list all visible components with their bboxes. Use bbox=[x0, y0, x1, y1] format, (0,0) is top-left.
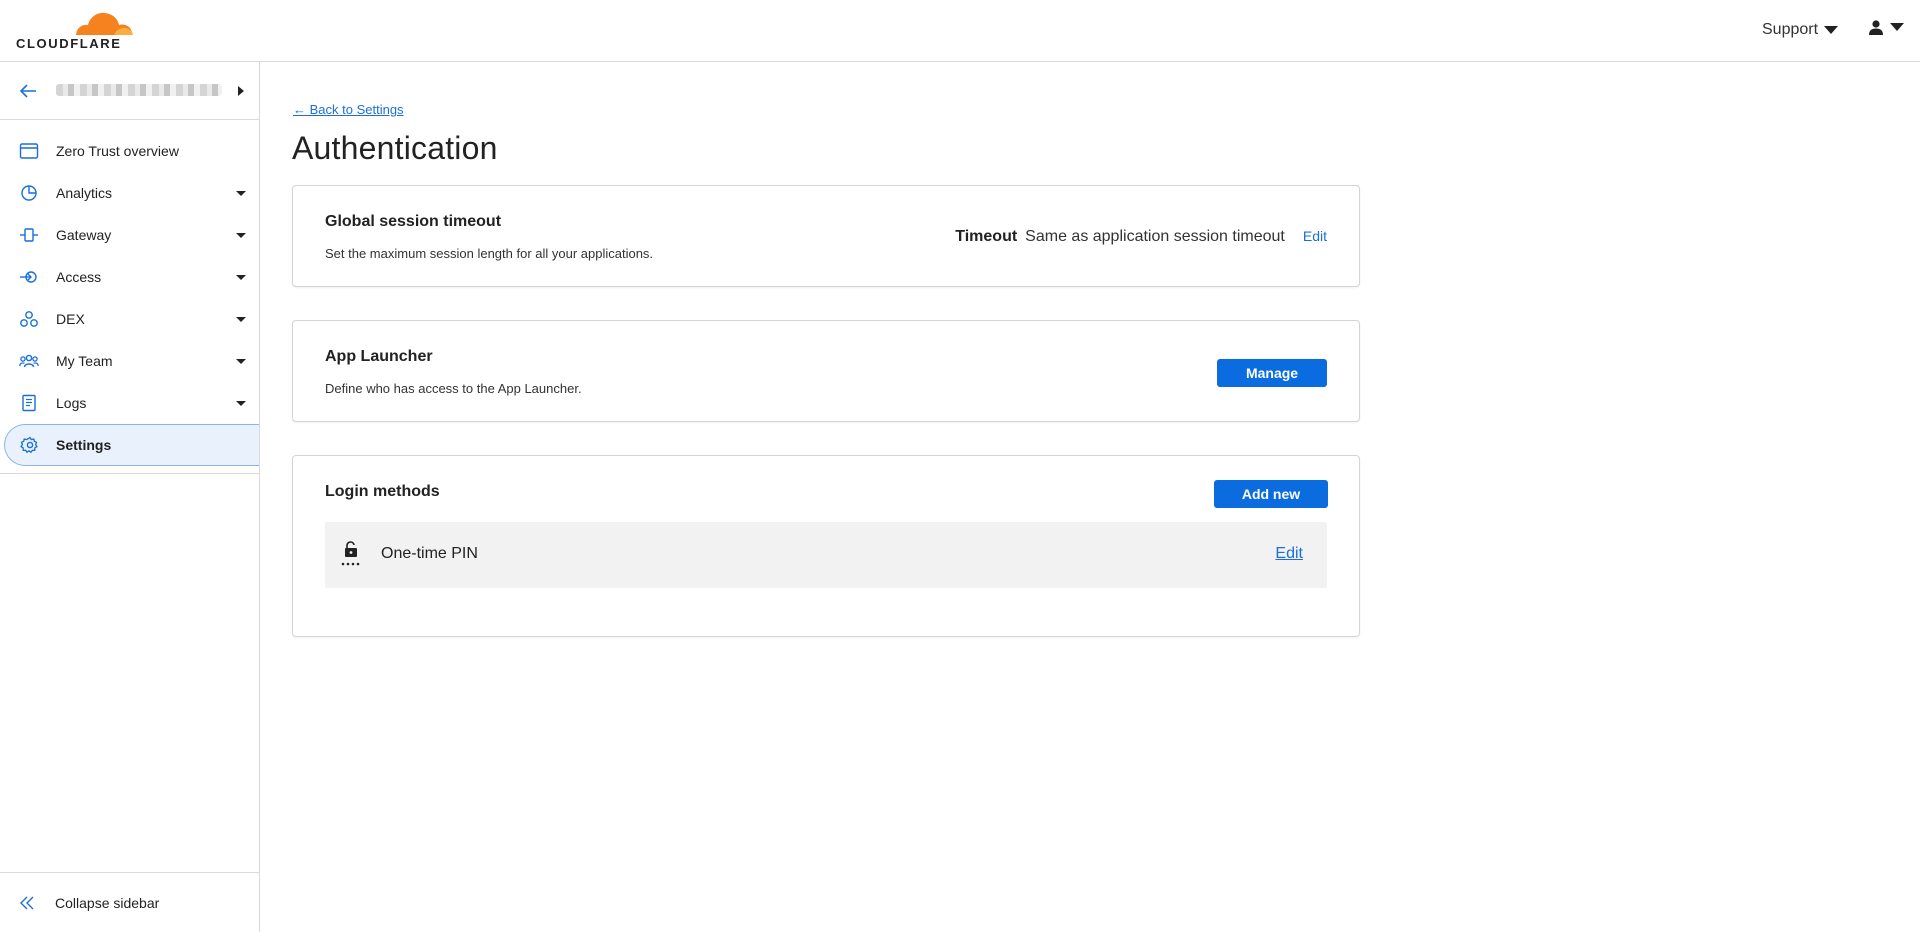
app-launcher-card: App Launcher Define who has access to th… bbox=[292, 320, 1360, 422]
account-name[interactable] bbox=[56, 84, 222, 96]
double-chevron-left-icon bbox=[20, 896, 34, 910]
pie-chart-icon bbox=[21, 185, 37, 201]
logs-icon bbox=[22, 394, 36, 412]
sidebar-item-settings[interactable]: Settings bbox=[4, 424, 259, 466]
login-method-row: One-time PIN Edit bbox=[325, 522, 1327, 588]
edit-timeout-link[interactable]: Edit bbox=[1303, 228, 1327, 244]
chevron-down-icon bbox=[236, 401, 246, 406]
sidebar-item-analytics[interactable]: Analytics bbox=[0, 172, 259, 214]
sidebar-item-label: Settings bbox=[56, 437, 112, 453]
session-timeout-card: Global session timeout Set the maximum s… bbox=[292, 185, 1360, 287]
login-method-name: One-time PIN bbox=[381, 545, 478, 562]
chevron-down-icon bbox=[236, 317, 246, 322]
gear-icon bbox=[20, 436, 38, 453]
logo-wordmark: CLOUDFLARE bbox=[16, 36, 122, 51]
sidebar: Zero Trust overview Analytics Gateway Ac… bbox=[0, 62, 260, 932]
timeout-label: Timeout bbox=[955, 228, 1018, 245]
browser-window-icon bbox=[19, 143, 39, 159]
sidebar-divider bbox=[0, 473, 259, 474]
sidebar-item-label: Analytics bbox=[56, 185, 113, 201]
timeout-value: Same as application session timeout bbox=[1025, 228, 1285, 245]
card-description: Define who has access to the App Launche… bbox=[325, 381, 582, 396]
sidebar-item-access[interactable]: Access bbox=[0, 256, 259, 298]
card-description: Set the maximum session length for all y… bbox=[325, 246, 654, 261]
chevron-right-icon[interactable] bbox=[238, 86, 244, 96]
top-bar: CLOUDFLARE Support bbox=[0, 0, 1920, 62]
sidebar-item-gateway[interactable]: Gateway bbox=[0, 214, 259, 256]
timeout-setting: Timeout Same as application session time… bbox=[955, 228, 1327, 246]
chevron-down-icon bbox=[236, 191, 246, 196]
access-icon bbox=[20, 271, 37, 283]
manage-button[interactable]: Manage bbox=[1217, 359, 1327, 387]
sidebar-item-label: Zero Trust overview bbox=[56, 143, 179, 159]
page-title: Authentication bbox=[292, 130, 498, 166]
sidebar-item-dex[interactable]: DEX bbox=[0, 298, 259, 340]
cloud-logo-icon bbox=[76, 12, 133, 37]
gateway-icon bbox=[20, 228, 38, 242]
sidebar-item-label: Logs bbox=[56, 395, 87, 411]
collapse-sidebar-button[interactable]: Collapse sidebar bbox=[0, 872, 259, 932]
card-title: App Launcher bbox=[325, 348, 433, 365]
account-switcher bbox=[0, 62, 259, 120]
chevron-down-icon bbox=[236, 233, 246, 238]
chevron-down-icon bbox=[236, 359, 246, 364]
sidebar-item-logs[interactable]: Logs bbox=[0, 382, 259, 424]
team-icon bbox=[19, 354, 39, 368]
chevron-down-icon bbox=[236, 275, 246, 280]
back-to-settings-link[interactable]: ← Back to Settings bbox=[293, 102, 404, 117]
sidebar-item-zero-trust-overview[interactable]: Zero Trust overview bbox=[0, 130, 259, 172]
card-title: Global session timeout bbox=[325, 213, 502, 230]
edit-login-method-link[interactable]: Edit bbox=[1275, 545, 1303, 563]
user-menu[interactable] bbox=[1868, 19, 1904, 35]
dex-icon bbox=[20, 311, 38, 327]
sidebar-item-label: DEX bbox=[56, 311, 85, 327]
sidebar-item-label: My Team bbox=[56, 353, 113, 369]
sidebar-item-label: Access bbox=[56, 269, 102, 285]
card-title: Login methods bbox=[325, 483, 440, 500]
add-new-button[interactable]: Add new bbox=[1214, 480, 1328, 508]
sidebar-item-label: Gateway bbox=[56, 227, 112, 243]
cloudflare-logo[interactable]: CLOUDFLARE bbox=[14, 8, 133, 51]
support-label: Support bbox=[1762, 21, 1819, 38]
arrow-left-icon[interactable] bbox=[18, 82, 38, 100]
collapse-sidebar-label: Collapse sidebar bbox=[55, 895, 160, 911]
chevron-down-icon bbox=[1890, 23, 1904, 31]
chevron-down-icon bbox=[1824, 26, 1839, 34]
sidebar-nav: Zero Trust overview Analytics Gateway Ac… bbox=[0, 130, 259, 466]
lock-pin-icon bbox=[341, 541, 360, 566]
user-icon bbox=[1869, 20, 1883, 35]
sidebar-item-my-team[interactable]: My Team bbox=[0, 340, 259, 382]
support-menu[interactable]: Support bbox=[1762, 21, 1839, 39]
login-methods-card: Login methods Add new One-time PIN Edit bbox=[292, 455, 1360, 637]
